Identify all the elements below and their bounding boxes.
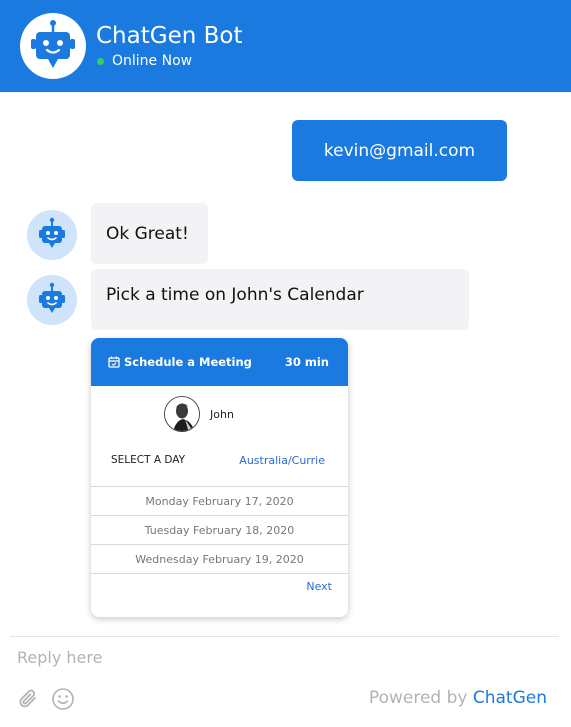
reply-input[interactable]: Reply here [17,648,102,667]
host-avatar [164,396,200,432]
powered-by-label: Powered by [368,688,468,708]
online-status-label: Online Now [112,53,193,69]
powered-by: Powered by ChatGen [369,688,547,708]
attach-button[interactable] [16,687,40,711]
select-day-label: SELECT A DAY [111,454,186,466]
chat-header: ChatGen Bot Online Now [0,0,571,92]
bot-message: Pick a time on John's Calendar [91,269,469,330]
meeting-card-title: Schedule a Meeting [108,355,252,369]
bot-message-text: Pick a time on John's Calendar [106,285,364,305]
day-option[interactable]: Wednesday February 19, 2020 [91,544,348,574]
bot-message-text: Ok Great! [106,223,189,244]
bot-message: Ok Great! [91,203,208,264]
brand-link[interactable]: ChatGen [473,688,547,708]
composer-divider [10,636,559,637]
robot-icon [39,282,65,313]
bot-avatar [27,210,77,260]
meeting-title-label: Schedule a Meeting [124,355,252,369]
host-photo [165,397,199,431]
meeting-host: John [164,396,234,432]
bot-avatar [27,275,77,325]
robot-icon [31,20,75,68]
day-option[interactable]: Tuesday February 18, 2020 [91,515,348,544]
bot-avatar-header [20,13,86,79]
chat-widget: ChatGen Bot Online Now kevin@gmail.com O… [0,0,571,727]
online-status: Online Now [97,52,192,70]
paperclip-icon [19,689,36,708]
user-message-email: kevin@gmail.com [292,120,507,181]
timezone-selector[interactable]: Australia/Currie [239,454,325,467]
chat-title: ChatGen Bot [96,23,243,49]
meeting-card-header: Schedule a Meeting 30 min [91,338,348,386]
meeting-scheduler-card: Schedule a Meeting 30 min John SELECT A … [91,338,348,617]
meeting-duration: 30 min [284,355,329,369]
calendar-icon [108,356,120,368]
day-option[interactable]: Monday February 17, 2020 [91,486,348,515]
emoji-button[interactable] [51,687,75,711]
smiley-icon [52,688,74,710]
online-dot-icon [97,57,104,65]
next-button[interactable]: Next [306,580,332,593]
host-name: John [210,407,234,421]
robot-icon [39,217,65,248]
